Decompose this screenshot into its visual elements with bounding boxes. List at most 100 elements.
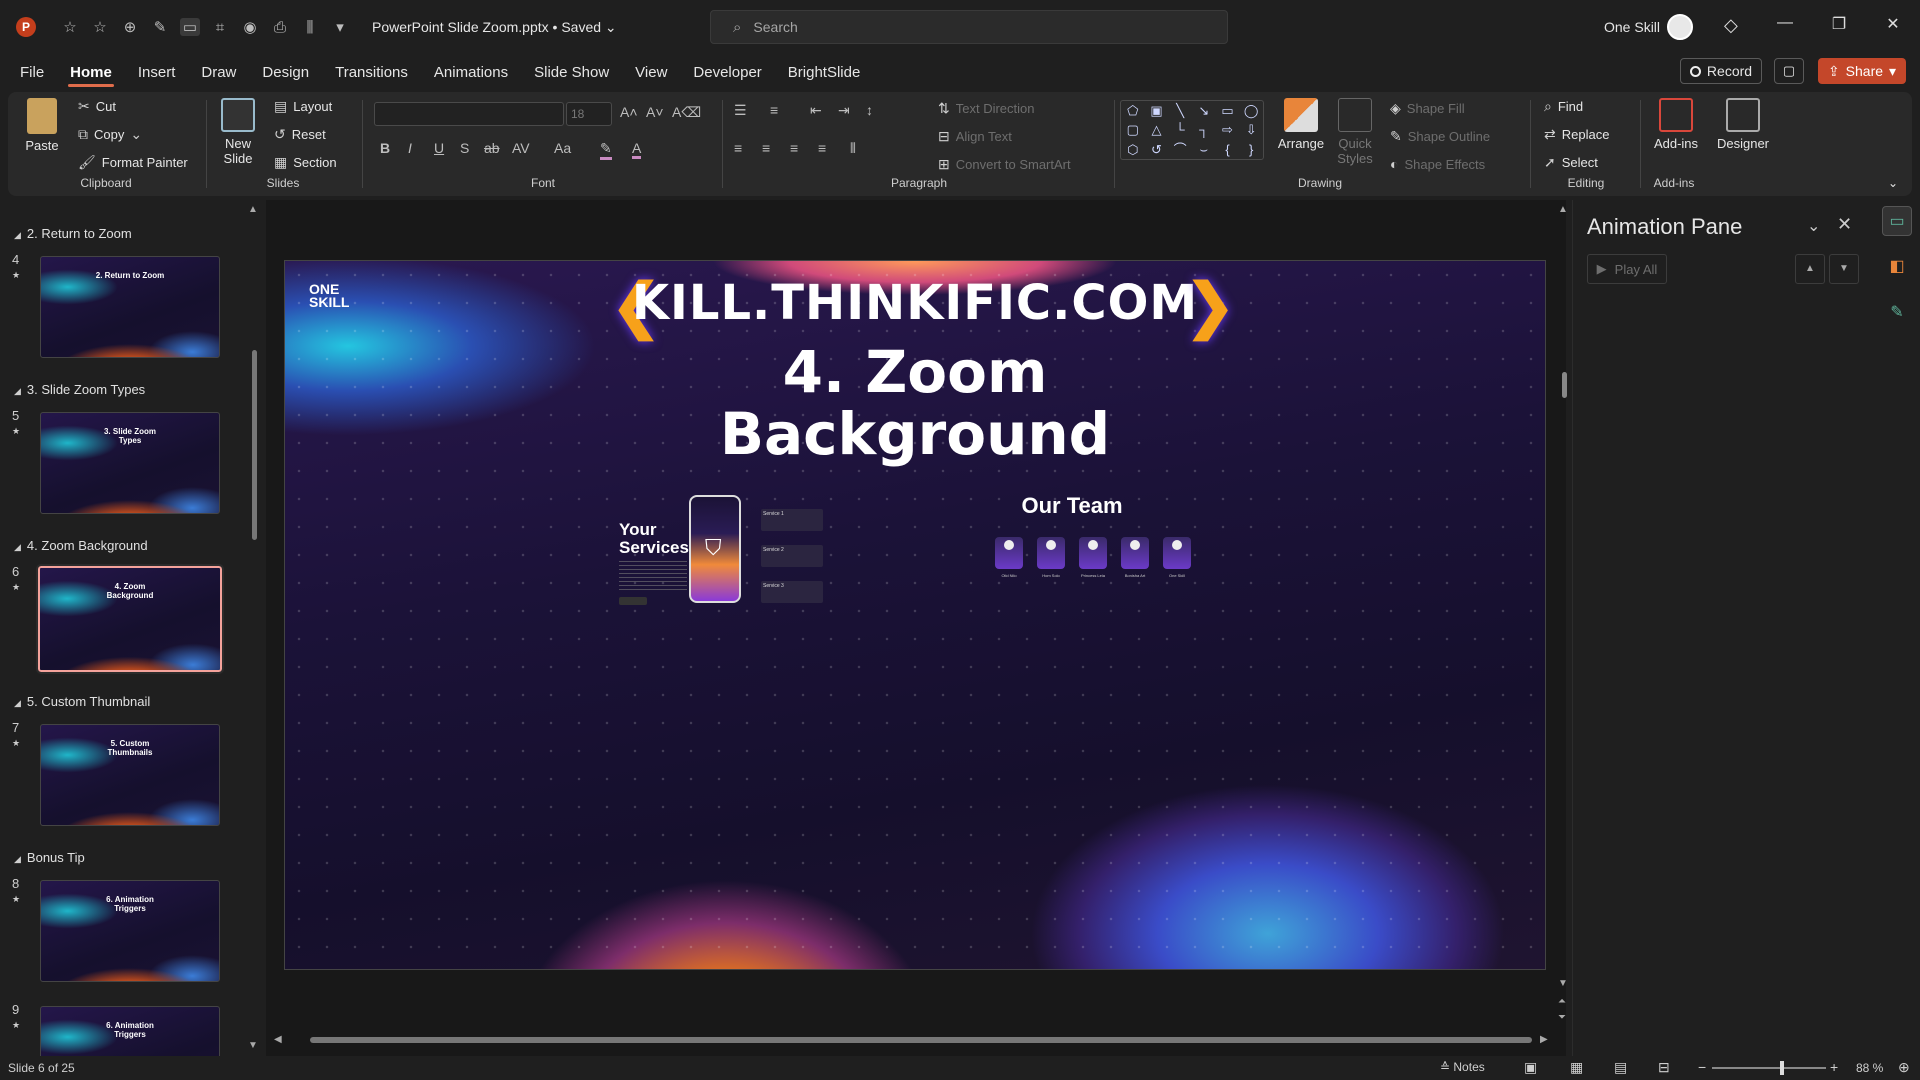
shape-icon[interactable]: ⬠ [1121, 101, 1145, 120]
team-heading[interactable]: Our Team [285, 493, 1545, 519]
increase-indent-icon[interactable]: ⇥ [838, 102, 850, 119]
font-size-input[interactable]: 18 [566, 102, 612, 126]
chevron-down-icon[interactable]: ⌄ [1807, 216, 1820, 236]
shape-outline-button[interactable]: ✎ Shape Outline [1390, 128, 1490, 145]
slide-thumbnail[interactable]: 5. Custom Thumbnails [40, 724, 220, 826]
tab-view[interactable]: View [633, 58, 669, 87]
move-down-button[interactable]: ▼ [1829, 254, 1859, 284]
designer-pane-icon[interactable]: ◧ [1882, 252, 1912, 282]
services-heading[interactable]: Your Services [619, 521, 689, 557]
zoom-slider-handle[interactable] [1780, 1061, 1785, 1075]
share-button[interactable]: ⇪ Share ▾ [1818, 58, 1906, 84]
move-up-button[interactable]: ▲ [1795, 254, 1825, 284]
focus-target-icon[interactable]: ⊕ [120, 18, 140, 36]
editor-horizontal-scrollbar[interactable] [310, 1037, 1532, 1043]
close-icon[interactable]: ✕ [1878, 14, 1908, 34]
designer-button[interactable]: Designer [1712, 98, 1774, 151]
section-header[interactable]: ◢ Bonus Tip [14, 850, 85, 865]
slide-thumbnails-pane[interactable]: ◢ 2. Return to Zoom 4 ★ 2. Return to Zoom… [0, 200, 262, 1056]
customize-qat-icon[interactable]: ▾ [330, 18, 350, 36]
strikethrough-icon[interactable]: ab [484, 140, 500, 156]
scroll-right-icon[interactable]: ▶ [1540, 1034, 1548, 1045]
bold-icon[interactable]: B [380, 140, 390, 156]
scroll-up-icon[interactable]: ▲ [1558, 204, 1568, 215]
slide-canvas[interactable]: ONE SKILL ❮ KILL.THINKIFIC.COM ❯ 4. Zoom … [284, 260, 1546, 970]
close-icon[interactable]: ✕ [1837, 214, 1852, 235]
layout-button[interactable]: ▤ Layout [274, 98, 332, 115]
replace-button[interactable]: ⇄ Replace [1544, 126, 1609, 143]
shapes-gallery[interactable]: ⬠ ▣ ╲ ↘ ▭ ◯ ▢ △ └ ┐ ⇨ ⇩ ⬡ ↺ ⌒ ⌣{} [1120, 100, 1264, 160]
format-painter-button[interactable]: 🖌 Format Painter [78, 154, 188, 171]
autosave-star-icon[interactable]: ☆ [60, 18, 80, 36]
scroll-left-icon[interactable]: ◀ [274, 1034, 282, 1045]
copy-button[interactable]: ⧉ Copy ⌄ [78, 126, 142, 143]
clear-formatting-icon[interactable]: A⌫ [672, 104, 701, 121]
curve-shape-icon[interactable]: ⌣ [1192, 140, 1216, 159]
favorite-star-icon[interactable]: ☆ [90, 18, 110, 36]
arrange-button[interactable]: Arrange [1274, 98, 1328, 151]
tab-transitions[interactable]: Transitions [333, 58, 410, 87]
slide-thumbnail-selected[interactable]: 4. Zoom Background [36, 564, 224, 674]
textbox-shape-icon[interactable]: ▣ [1145, 101, 1169, 120]
paste-button[interactable]: Paste [22, 98, 62, 153]
play-all-button[interactable]: ▶ Play All [1587, 254, 1667, 284]
tab-file[interactable]: File [18, 58, 46, 87]
restore-icon[interactable]: ❐ [1824, 14, 1854, 34]
right-arrow-shape-icon[interactable]: ⇨ [1216, 120, 1240, 139]
arrow-line-shape-icon[interactable]: ↘ [1192, 101, 1216, 120]
copilot-pen-icon[interactable]: ✎ [1882, 298, 1912, 328]
brace-shape-icon[interactable]: } [1239, 140, 1263, 159]
align-text-button[interactable]: ⊟ Align Text [938, 128, 1012, 145]
curve-shape-icon[interactable]: ↺ [1145, 140, 1169, 159]
rectangle-shape-icon[interactable]: ▭ [1216, 101, 1240, 120]
user-name[interactable]: One Skill [1604, 19, 1660, 35]
thumbnails-scrollbar[interactable] [252, 350, 257, 540]
section-header[interactable]: ◢ 2. Return to Zoom [14, 226, 132, 241]
reading-view-icon[interactable]: ▤ [1614, 1059, 1627, 1076]
section-header[interactable]: ◢ 4. Zoom Background [14, 538, 148, 553]
zoom-in-icon[interactable]: + [1830, 1059, 1838, 1075]
shape-fill-button[interactable]: ◈ Shape Fill [1390, 100, 1465, 117]
scroll-up-icon[interactable]: ▲ [248, 204, 258, 215]
highlight-icon[interactable]: ✎ [600, 140, 612, 160]
crop-icon[interactable]: ⌗ [210, 19, 230, 36]
change-case-icon[interactable]: Aa [554, 140, 571, 156]
tab-developer[interactable]: Developer [691, 58, 763, 87]
columns-icon[interactable]: ⫴ [850, 140, 856, 157]
avatar[interactable] [1667, 14, 1693, 40]
down-arrow-shape-icon[interactable]: ⇩ [1239, 120, 1263, 139]
cut-button[interactable]: ✂ Cut [78, 98, 116, 115]
arc-shape-icon[interactable]: ⌒ [1168, 140, 1192, 159]
align-icon[interactable]: ⫼ [300, 19, 320, 36]
text-direction-button[interactable]: ⇅ Text Direction [938, 100, 1034, 117]
line-spacing-icon[interactable]: ↕ [866, 102, 873, 118]
slide-sorter-icon[interactable]: ▦ [1570, 1059, 1583, 1076]
previous-slide-icon[interactable]: ⏶ [1558, 996, 1566, 1007]
zoom-out-icon[interactable]: − [1698, 1059, 1706, 1075]
tab-home[interactable]: Home [68, 58, 114, 87]
triangle-shape-icon[interactable]: △ [1145, 120, 1169, 139]
section-header[interactable]: ◢ 5. Custom Thumbnail [14, 694, 150, 709]
zoom-slider[interactable] [1712, 1067, 1826, 1069]
increase-font-icon[interactable]: A˄ [620, 104, 638, 120]
shadow-icon[interactable]: S [460, 140, 469, 156]
new-slide-button[interactable]: New Slide [216, 98, 260, 166]
oval-shape-icon[interactable]: ◯ [1239, 101, 1263, 120]
next-slide-icon[interactable]: ⏷ [1558, 1012, 1566, 1023]
slideshow-view-icon[interactable]: ⊟ [1658, 1059, 1670, 1076]
animation-pane-toggle-icon[interactable]: ▭ [1882, 206, 1912, 236]
line-shape-icon[interactable]: ╲ [1168, 101, 1192, 120]
tab-animations[interactable]: Animations [432, 58, 510, 87]
search-input[interactable]: ⌕ Search [710, 10, 1228, 44]
scroll-down-icon[interactable]: ▼ [248, 1040, 258, 1051]
fit-to-window-icon[interactable]: ⊕ [1898, 1059, 1910, 1076]
justify-icon[interactable]: ≡ [818, 140, 826, 156]
tab-brightslide[interactable]: BrightSlide [786, 58, 863, 87]
quick-styles-button[interactable]: Quick Styles [1330, 98, 1380, 166]
decrease-font-icon[interactable]: A˅ [646, 104, 664, 120]
freeform-shape-icon[interactable]: ⬡ [1121, 140, 1145, 159]
tab-draw[interactable]: Draw [199, 58, 238, 87]
comments-button[interactable]: ▢ [1774, 58, 1804, 84]
find-button[interactable]: ⌕ Find [1544, 98, 1583, 115]
slide-thumbnail[interactable]: 2. Return to Zoom [40, 256, 220, 358]
